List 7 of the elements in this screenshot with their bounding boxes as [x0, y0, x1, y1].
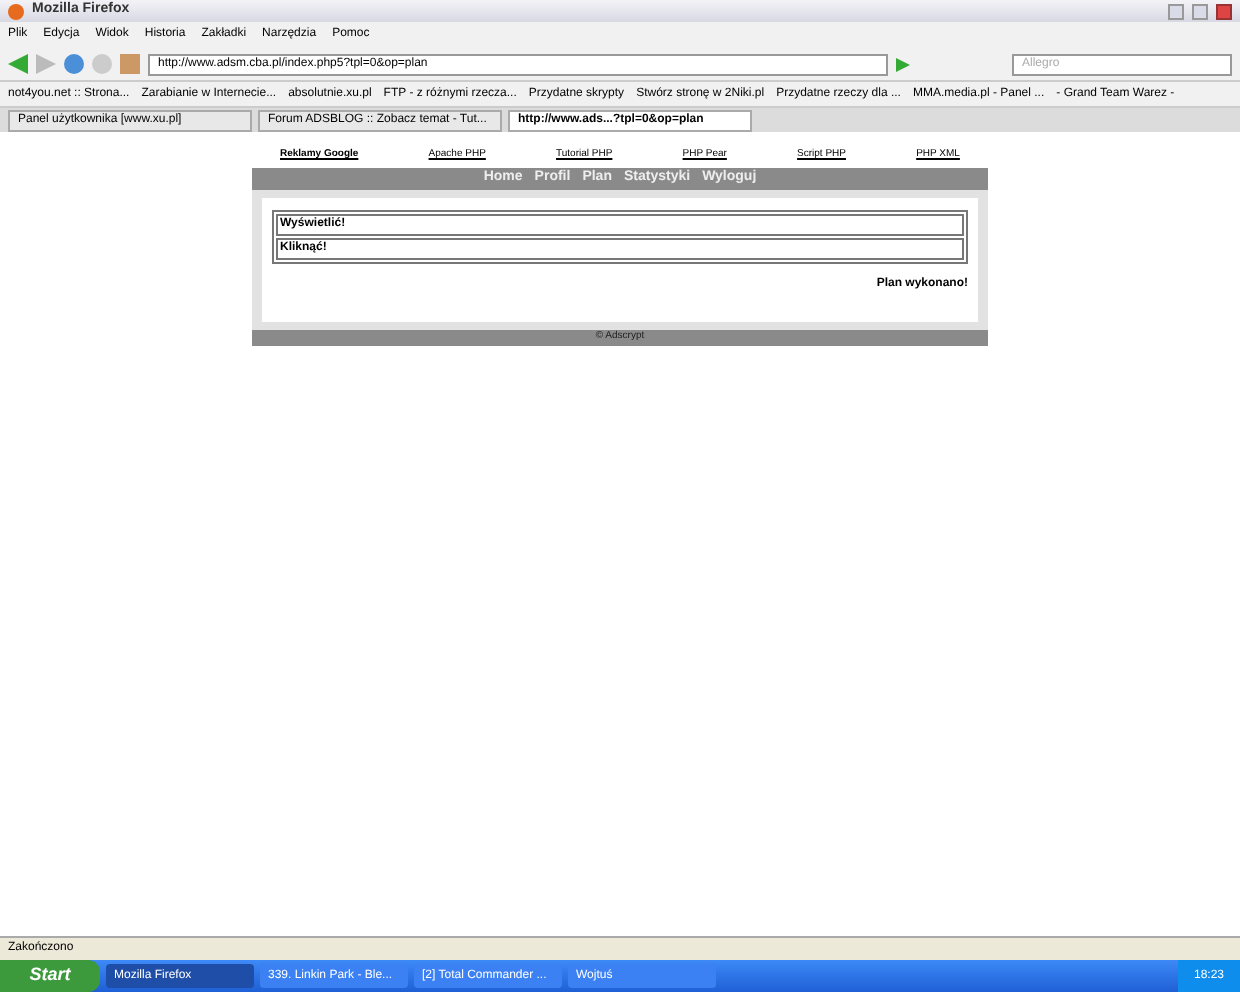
- minimize-button[interactable]: [1168, 3, 1184, 19]
- back-arrow-icon[interactable]: [8, 54, 28, 74]
- close-button[interactable]: [1216, 3, 1232, 19]
- start-button[interactable]: Start: [0, 960, 100, 992]
- go-icon[interactable]: [896, 57, 910, 71]
- maximize-button[interactable]: [1192, 3, 1208, 19]
- forward-arrow-icon[interactable]: [36, 54, 56, 74]
